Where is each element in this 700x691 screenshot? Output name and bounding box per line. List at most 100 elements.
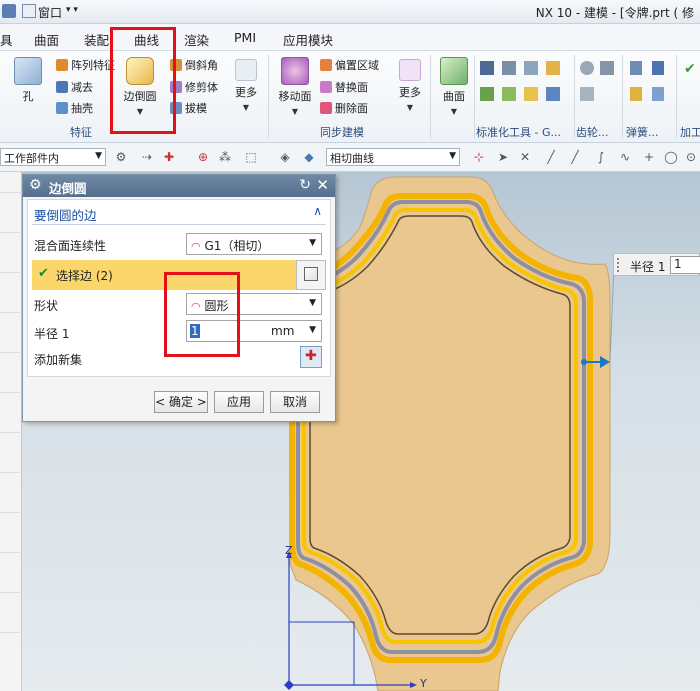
feature-more-button[interactable]: 更多 ▼ — [228, 59, 264, 113]
close-icon[interactable]: ✕ — [316, 176, 329, 194]
gear-group-label[interactable]: 齿轮... — [576, 124, 609, 140]
cancel-button[interactable]: 取消 — [270, 391, 320, 413]
solid-select-icon[interactable]: ◈ — [278, 150, 292, 164]
y-axis-label: Y — [420, 677, 427, 690]
shell-icon — [56, 102, 68, 114]
menu-surface[interactable]: 曲面 — [34, 30, 59, 49]
gear-icon[interactable]: ⚙ — [29, 177, 42, 193]
menu-render[interactable]: 渲染 — [184, 30, 209, 49]
screw-icon[interactable] — [524, 61, 538, 75]
replace-face-button[interactable]: 替换面 — [320, 79, 368, 95]
washer-icon[interactable] — [546, 61, 560, 75]
snap-point-icon[interactable]: ⊕ — [196, 150, 210, 164]
check-icon[interactable]: ✔ — [684, 61, 696, 77]
std-tools-group-label[interactable]: 标准化工具 - G... — [476, 124, 561, 140]
sync-more-button[interactable]: 更多 ▼ — [392, 59, 428, 113]
array-icon — [56, 59, 68, 71]
spring-gold-icon[interactable] — [630, 87, 642, 101]
collapse-icon[interactable]: ∧ — [313, 204, 322, 218]
gear-mesh-icon[interactable] — [580, 87, 594, 101]
surface-button[interactable]: 曲面 ▼ — [434, 57, 474, 117]
section-header[interactable]: 要倒圆的边 — [34, 205, 97, 224]
feature-group-label: 特征 — [70, 126, 92, 139]
body-icon[interactable]: ◆ — [302, 150, 316, 164]
radius-popup-field[interactable]: 1 — [670, 256, 700, 274]
part-icon[interactable] — [480, 87, 494, 101]
resource-bar[interactable] — [0, 172, 22, 691]
select-edge-button[interactable] — [296, 260, 326, 290]
spring-icon[interactable] — [630, 61, 642, 75]
add-set-icon: ✚ — [305, 348, 317, 364]
trim-body-button[interactable]: 修剪体 — [170, 79, 218, 95]
menu-assembly[interactable]: 装配 — [84, 30, 109, 49]
dialog-titlebar[interactable]: ⚙ 边倒圆 ↻ ✕ — [23, 175, 335, 197]
gear-icons — [580, 61, 620, 111]
pin-icon[interactable] — [502, 87, 516, 101]
line-icon[interactable]: ╱ — [544, 150, 558, 164]
replace-face-icon — [320, 81, 332, 93]
shell-button[interactable]: 抽壳 — [56, 100, 93, 116]
window-menu[interactable]: 窗口 — [38, 4, 62, 21]
gear-icon[interactable] — [580, 61, 594, 75]
select-add-icon[interactable]: ✚ — [162, 150, 176, 164]
nut-icon[interactable] — [502, 61, 516, 75]
filter-tool-icon[interactable]: ⁂ — [218, 150, 232, 164]
menu-pmi[interactable]: PMI — [234, 30, 256, 45]
delete-face-button[interactable]: 删除面 — [320, 100, 368, 116]
selection-arrow-icon[interactable]: ⇢ — [140, 150, 154, 164]
spring-group-label[interactable]: 弹簧... — [626, 124, 659, 140]
g1-continuity-icon: ◠ — [191, 240, 201, 253]
unit-dropdown-icon[interactable]: ▼ — [309, 325, 316, 335]
subtract-button[interactable]: 减去 — [56, 79, 93, 95]
chamfer-button[interactable]: 倒斜角 — [170, 57, 218, 73]
spring-edit-icon[interactable] — [652, 61, 664, 75]
snap-icon[interactable]: ⊹ — [472, 150, 486, 164]
spring-icons — [630, 61, 670, 111]
continuity-label: 混合面连续性 — [34, 239, 107, 253]
offset-region-button[interactable]: 偏置区域 — [320, 57, 379, 73]
apply-button[interactable]: 应用 — [214, 391, 264, 413]
curve-icon[interactable]: ∫ — [594, 150, 608, 164]
center-icon[interactable]: ⊙ — [684, 150, 698, 164]
wave-icon[interactable]: ∿ — [618, 150, 632, 164]
title-bar: 窗口 ▾ ▾ NX 10 - 建模 - [令牌.prt ( 修 — [0, 0, 700, 24]
spring-tool-icon[interactable] — [652, 87, 664, 101]
shape-label: 形状 — [34, 299, 59, 313]
plus-icon[interactable]: + — [642, 150, 656, 164]
subtract-icon — [56, 81, 68, 93]
ribbon-separator — [474, 55, 475, 139]
key-icon[interactable] — [524, 87, 538, 101]
continuity-select[interactable]: ◠ G1（相切） ▼ — [186, 233, 322, 255]
window-menu-dropdown-icon[interactable]: ▾ ▾ — [66, 5, 78, 15]
arrow-right-icon[interactable]: ➤ — [496, 150, 510, 164]
window-menu-icon[interactable] — [22, 4, 36, 18]
line2-icon[interactable]: ╱ — [568, 150, 582, 164]
intersect-icon[interactable]: ✕ — [518, 150, 532, 164]
select-edge-label: 选择边 (2) — [56, 269, 113, 283]
reset-icon[interactable]: ↻ — [299, 177, 311, 193]
ok-button[interactable]: < 确定 > — [154, 391, 208, 413]
filter-icon[interactable]: ⚙ — [114, 150, 128, 164]
box-select-icon[interactable]: ⬚ — [244, 150, 258, 164]
array-feature-button[interactable]: 阵列特征 — [56, 57, 115, 73]
move-face-button[interactable]: 移动面 ▼ — [276, 57, 314, 117]
gear-rack-icon[interactable] — [600, 61, 614, 75]
machining-group-label[interactable]: 加工 — [680, 124, 700, 140]
save-icon[interactable] — [2, 4, 16, 18]
bolt-icon[interactable] — [480, 61, 494, 75]
radius-label: 半径 1 — [34, 327, 70, 341]
sync-group-label: 同步建模 — [320, 126, 364, 139]
ribbon-separator — [268, 55, 269, 139]
menu-applications[interactable]: 应用模块 — [283, 30, 333, 49]
curve-rule-select[interactable]: 相切曲线 ▼ — [326, 148, 460, 166]
circle-icon[interactable]: ◯ — [664, 150, 678, 164]
add-new-set-button[interactable]: ✚ — [300, 346, 322, 368]
spring-pin-icon[interactable] — [546, 87, 560, 101]
radius-popup-grip-icon — [617, 258, 619, 272]
hole-button[interactable]: 孔 — [8, 57, 48, 104]
radius-popup-label: 半径 1 — [630, 260, 666, 274]
menu-tools[interactable]: 具 — [0, 30, 13, 49]
selection-scope-select[interactable]: 工作部件内 ▼ — [0, 148, 106, 166]
radius-unit[interactable]: mm — [271, 324, 294, 338]
ribbon: 孔 阵列特征 减去 抽壳 边倒圆 ▼ 倒斜角 修剪体 拔模 更多 ▼ 特征 移动面 ▼ — [0, 51, 700, 143]
